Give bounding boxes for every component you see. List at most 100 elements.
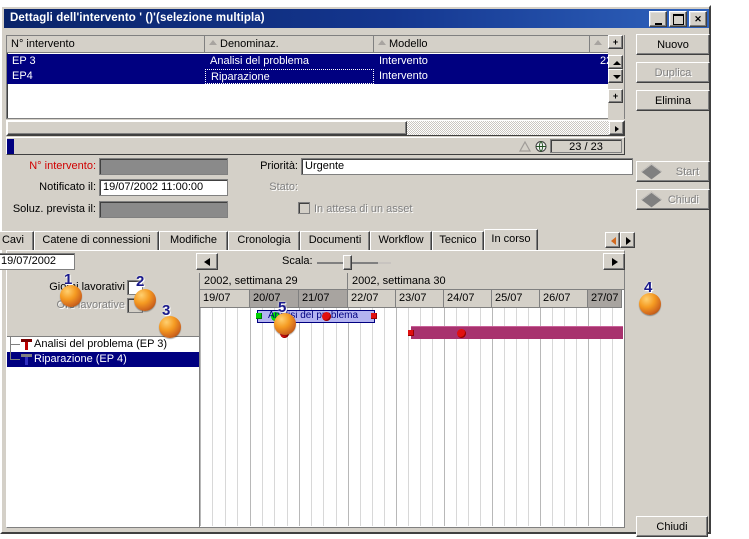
grid-line: [504, 308, 505, 526]
task-icon: [21, 354, 32, 365]
tab-cavi[interactable]: Cavi: [0, 231, 34, 250]
scrollbar-trough[interactable]: [407, 121, 609, 135]
tab-catene-di-connessioni[interactable]: Catene di connessioni: [34, 231, 159, 250]
window-close-action-label: Chiudi: [656, 520, 688, 533]
grid-scroll-down-arrow[interactable]: [608, 69, 623, 83]
record-counter: 23 / 23: [550, 139, 622, 153]
solution-date-field: [99, 201, 228, 218]
grid-line: [408, 308, 409, 526]
grid-line: [528, 308, 529, 526]
globe-icon: [535, 141, 547, 152]
gantt-task-list[interactable]: Analisi del problema (EP 3) Riparazione …: [7, 336, 199, 527]
grid-horizontal-scrollbar[interactable]: [6, 120, 625, 136]
column-header-model[interactable]: Modello: [374, 36, 590, 52]
tree-connector: [10, 344, 20, 345]
grid-line: [250, 308, 251, 526]
grid-line: [588, 308, 589, 526]
tab-modifiche[interactable]: Modifiche: [159, 231, 228, 250]
new-button[interactable]: Nuovo: [636, 34, 710, 55]
intervention-number-field: [99, 158, 228, 175]
maximize-icon: [670, 12, 686, 26]
tab-documenti[interactable]: Documenti: [300, 231, 370, 250]
list-item[interactable]: Riparazione (EP 4): [7, 352, 199, 367]
priority-combo[interactable]: Urgente: [301, 158, 633, 175]
cell-denomination: Riparazione: [205, 69, 374, 84]
bar-end-handle[interactable]: [371, 313, 377, 319]
tab-workflow[interactable]: Workflow: [370, 231, 432, 250]
grid-header-row: N° intervento Denominaz. Modello: [7, 36, 624, 53]
grid-scroll-plus-top[interactable]: +: [608, 35, 623, 49]
scale-slider-knob[interactable]: [343, 255, 352, 270]
close-button[interactable]: ✕: [689, 11, 707, 27]
close-intervention-button: Chiudi: [636, 189, 710, 210]
workflow-button-column: Start Chiudi: [636, 161, 710, 217]
day-header: 22/07: [348, 290, 396, 308]
table-row[interactable]: EP4 Riparazione Intervento: [7, 69, 624, 84]
grid-line: [444, 308, 445, 526]
grid-line: [360, 308, 361, 526]
callout-number-3: 3: [162, 302, 171, 319]
waiting-asset-label: In attesa di un asset: [314, 203, 413, 215]
close-icon: ✕: [694, 14, 702, 24]
gantt-scroll-left-button[interactable]: [196, 253, 218, 270]
grid-line: [311, 308, 312, 526]
gantt-date-field[interactable]: 19/07/2002: [0, 253, 75, 270]
grid-line: [384, 308, 385, 526]
window-client-area: N° intervento Denominaz. Modello EP 3 An…: [0, 29, 710, 537]
grid-line: [274, 308, 275, 526]
grid-scroll-plus-bottom[interactable]: +: [608, 89, 623, 103]
notified-date-field[interactable]: 19/07/2002 11:00:00: [99, 179, 228, 196]
sort-indicator-icon: [518, 140, 532, 153]
gantt-chart-area[interactable]: 2002, settimana 29 2002, settimana 30 19…: [199, 273, 625, 527]
minimize-icon: [650, 12, 666, 26]
in-corso-tab-page: 19/07/2002 Scala: Giorni lavorativi Ore …: [0, 250, 625, 528]
grid-line: [612, 308, 613, 526]
grid-line: [287, 308, 288, 526]
callout-marker-5: [274, 313, 296, 335]
grid-line: [492, 308, 493, 526]
task-label: Analisi del problema (EP 3): [34, 338, 168, 350]
grid-line: [200, 308, 201, 526]
window-close-action-button[interactable]: Chiudi: [636, 516, 708, 537]
callout-marker-2: [134, 289, 156, 311]
bar-start-handle[interactable]: [408, 330, 414, 336]
refresh-icon[interactable]: [534, 140, 548, 153]
column-header-intervention-number[interactable]: N° intervento: [7, 36, 205, 52]
notified-label: Notificato il:: [39, 181, 96, 193]
task-icon: [21, 339, 32, 350]
table-row[interactable]: EP 3 Analisi del problema Intervento 22: [7, 54, 624, 69]
grid-vertical-scrollbar[interactable]: + +: [608, 35, 624, 119]
grid-line: [212, 308, 213, 526]
tab-scroll-right-button[interactable]: [620, 232, 635, 248]
grid-scroll-up-arrow[interactable]: [608, 55, 623, 69]
tab-in-corso[interactable]: In corso: [484, 229, 538, 250]
bar-start-handle[interactable]: [256, 313, 262, 319]
scale-slider-track-right[interactable]: [378, 262, 391, 264]
tab-scroll-left-button[interactable]: [605, 232, 620, 248]
minimize-button[interactable]: [649, 11, 667, 27]
day-header: 21/07: [299, 290, 348, 308]
new-button-label: Nuovo: [657, 38, 689, 51]
grid-line: [348, 308, 349, 526]
task-bar-riparazione[interactable]: [408, 326, 623, 339]
scrollbar-thumb[interactable]: [7, 121, 407, 135]
interventions-grid[interactable]: N° intervento Denominaz. Modello EP 3 An…: [6, 35, 625, 119]
tab-cronologia[interactable]: Cronologia: [228, 231, 300, 250]
scale-slider-track-mid[interactable]: [351, 262, 378, 264]
gantt-scroll-right-button[interactable]: [603, 253, 625, 270]
tab-tecnico[interactable]: Tecnico: [432, 231, 484, 250]
day-header: 19/07: [200, 290, 250, 308]
grid-line: [262, 308, 263, 526]
scroll-right-arrow[interactable]: [609, 121, 624, 135]
list-item[interactable]: Analisi del problema (EP 3): [7, 337, 199, 352]
window-controls: ✕: [649, 11, 707, 27]
maximize-button[interactable]: [669, 11, 687, 27]
diamond-icon: [641, 163, 662, 180]
column-header-denomination[interactable]: Denominaz.: [205, 36, 374, 52]
callout-marker-4: [639, 293, 661, 315]
callout-marker-3: [159, 316, 181, 338]
callout-marker-1: [60, 285, 82, 307]
callout-number-4: 4: [644, 279, 653, 296]
delete-button[interactable]: Elimina: [636, 90, 710, 111]
grid-status-bar: 23 / 23: [6, 137, 625, 155]
